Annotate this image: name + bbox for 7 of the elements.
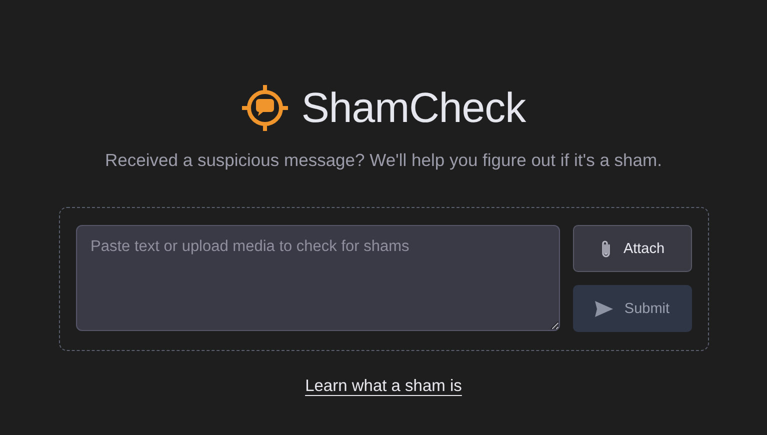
logo-icon	[241, 84, 290, 132]
attach-button[interactable]: Attach	[572, 225, 692, 272]
app-title: ShamCheck	[301, 84, 526, 132]
tagline: Received a suspicious message? We'll help you figure out if it's a sham.	[105, 150, 662, 171]
learn-link[interactable]: Learn what a sham is	[305, 377, 462, 396]
message-input[interactable]: Paste text or upload media to check for shams	[76, 225, 560, 331]
send-icon	[594, 300, 614, 318]
